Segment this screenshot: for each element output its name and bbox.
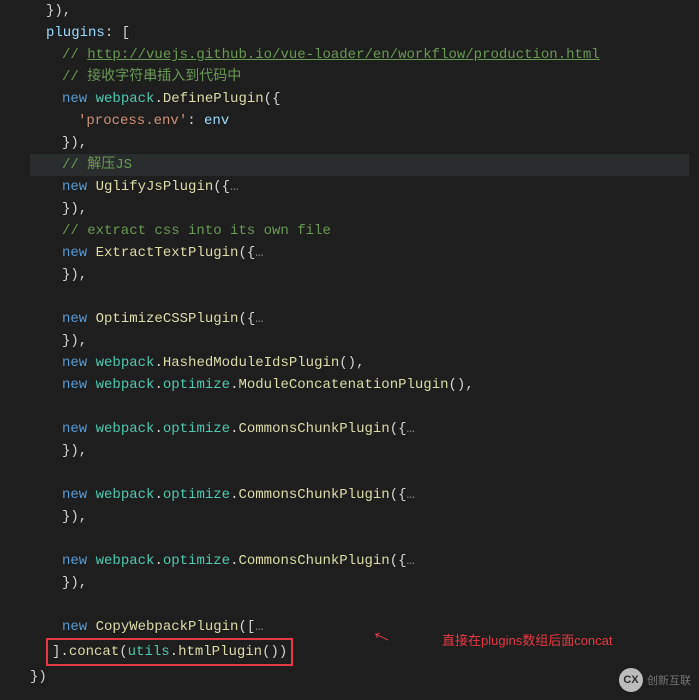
- code-line: new webpack.optimize.ModuleConcatenation…: [30, 374, 689, 396]
- code-line: new webpack.DefinePlugin({: [30, 88, 689, 110]
- fold-icon[interactable]: …: [255, 619, 263, 635]
- code-line: new webpack.optimize.CommonsChunkPlugin(…: [30, 418, 689, 440]
- code-line: // 解压JS: [30, 154, 689, 176]
- code-line: 'process.env': env: [30, 110, 689, 132]
- code-line: }),: [30, 198, 689, 220]
- module-concatenation-plugin: ModuleConcatenationPlugin: [238, 377, 448, 393]
- code-line: new UglifyJsPlugin({…: [30, 176, 689, 198]
- code-line: }): [30, 666, 689, 688]
- commons-chunk-plugin: CommonsChunkPlugin: [238, 553, 389, 569]
- code-line: new webpack.optimize.CommonsChunkPlugin(…: [30, 484, 689, 506]
- uglify-plugin: UglifyJsPlugin: [96, 179, 214, 195]
- code-line: // extract css into its own file: [30, 220, 689, 242]
- code-line: // 接收字符串插入到代码中: [30, 66, 689, 88]
- code-line: new webpack.HashedModuleIdsPlugin(),: [30, 352, 689, 374]
- code-line: }),: [30, 264, 689, 286]
- blank-line: [30, 462, 689, 484]
- commons-chunk-plugin: CommonsChunkPlugin: [238, 421, 389, 437]
- code-line: // http://vuejs.github.io/vue-loader/en/…: [30, 44, 689, 66]
- plugins-key: plugins: [46, 25, 105, 41]
- optimize-css-plugin: OptimizeCSSPlugin: [96, 311, 239, 327]
- annotation-text: 直接在plugins数组后面concat: [442, 630, 613, 649]
- watermark-text: 创新互联: [647, 672, 691, 688]
- watermark: CX 创新互联: [619, 668, 691, 692]
- fold-icon[interactable]: …: [230, 179, 238, 195]
- code-line: }),: [30, 132, 689, 154]
- code-line: new webpack.optimize.CommonsChunkPlugin(…: [30, 550, 689, 572]
- blank-line: [30, 396, 689, 418]
- code-line: }),: [30, 330, 689, 352]
- comment-url: http://vuejs.github.io/vue-loader/en/wor…: [87, 47, 599, 63]
- code-line: new OptimizeCSSPlugin({…: [30, 308, 689, 330]
- fold-icon[interactable]: …: [407, 553, 415, 569]
- commons-chunk-plugin: CommonsChunkPlugin: [238, 487, 389, 503]
- fold-icon[interactable]: …: [407, 421, 415, 437]
- fold-icon[interactable]: …: [255, 311, 263, 327]
- code-line: plugins: [: [30, 22, 689, 44]
- blank-line: [30, 528, 689, 550]
- code-line: }),: [30, 572, 689, 594]
- fold-icon[interactable]: …: [255, 245, 263, 261]
- gutter: [0, 0, 24, 688]
- define-plugin: DefinePlugin: [163, 91, 264, 107]
- code-line: new ExtractTextPlugin({…: [30, 242, 689, 264]
- blank-line: [30, 286, 689, 308]
- highlighted-concat-box: ].concat(utils.htmlPlugin()): [46, 638, 293, 666]
- fold-icon[interactable]: …: [407, 487, 415, 503]
- code-line: }),: [30, 440, 689, 462]
- code-line: }),: [30, 506, 689, 528]
- extract-text-plugin: ExtractTextPlugin: [96, 245, 239, 261]
- code-editor[interactable]: }),), plugins: [ // http://vuejs.github.…: [0, 0, 699, 688]
- blank-line: [30, 594, 689, 616]
- copy-webpack-plugin: CopyWebpackPlugin: [96, 619, 239, 635]
- watermark-logo-icon: CX: [619, 668, 643, 692]
- hashed-module-ids-plugin: HashedModuleIdsPlugin: [163, 355, 339, 371]
- code-line: }),),: [30, 0, 689, 22]
